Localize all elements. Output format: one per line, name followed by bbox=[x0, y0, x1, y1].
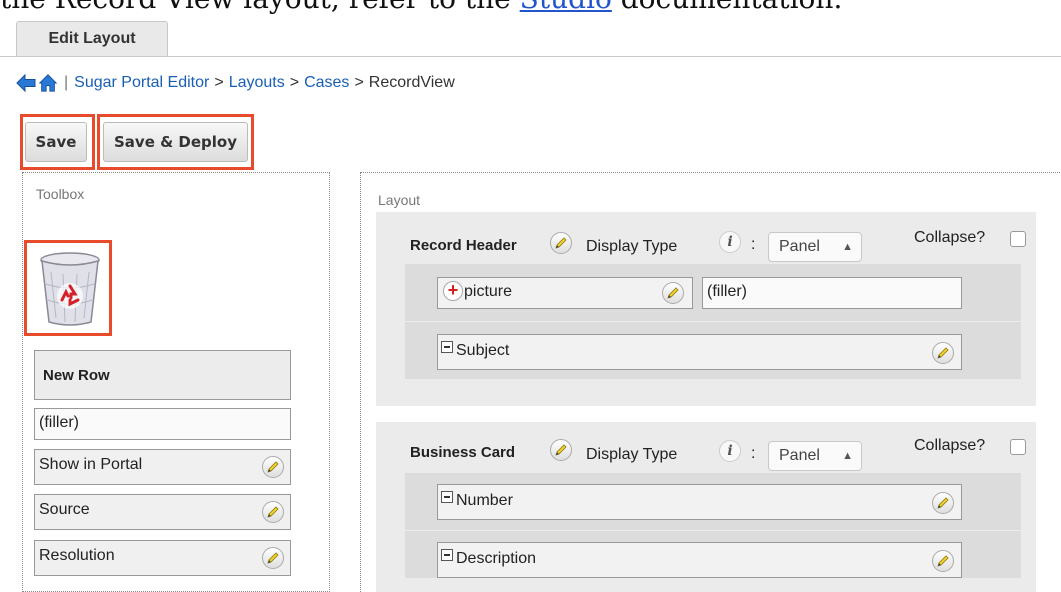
edit-pencil-icon[interactable] bbox=[932, 492, 954, 514]
breadcrumb-gt: > bbox=[354, 74, 364, 91]
toolbox-field-label: Show in Portal bbox=[39, 456, 143, 473]
edit-pencil-icon[interactable] bbox=[932, 342, 954, 364]
collapse-checkbox[interactable] bbox=[1010, 439, 1026, 455]
breadcrumb-current: RecordView bbox=[368, 74, 455, 91]
minus-icon[interactable] bbox=[441, 549, 453, 561]
field-description[interactable]: Description bbox=[437, 542, 962, 578]
tab-bar: Edit Layout bbox=[0, 21, 1061, 57]
panel-name: Business Card bbox=[410, 444, 516, 461]
collapse-label: Collapse? bbox=[914, 437, 986, 454]
display-type-select[interactable]: Panel ▲▼ bbox=[768, 441, 862, 490]
info-icon[interactable]: i bbox=[719, 231, 741, 253]
breadcrumb-separator: | bbox=[64, 74, 69, 91]
doc-text: the Record View layout, refer to the Stu… bbox=[0, 0, 1061, 17]
plus-icon[interactable]: + bbox=[443, 281, 463, 301]
home-icon[interactable] bbox=[38, 72, 58, 94]
panel-name: Record Header bbox=[410, 237, 517, 254]
field-label: Number bbox=[456, 492, 513, 509]
edit-pencil-icon[interactable] bbox=[932, 550, 954, 572]
info-icon[interactable]: i bbox=[719, 440, 741, 462]
breadcrumb-sugar-portal-editor[interactable]: Sugar Portal Editor bbox=[74, 74, 209, 92]
minus-icon[interactable] bbox=[441, 341, 453, 353]
tab-bar-divider bbox=[0, 56, 1061, 57]
back-arrow-icon[interactable] bbox=[16, 72, 36, 94]
field-label: picture bbox=[464, 283, 513, 300]
display-type-value: Panel bbox=[779, 447, 820, 464]
field-subject[interactable]: Subject bbox=[437, 334, 962, 370]
toolbox-filler[interactable]: (filler) bbox=[34, 408, 291, 440]
edit-pencil-icon[interactable] bbox=[550, 439, 572, 461]
doc-text-after: documentation. bbox=[612, 0, 843, 15]
doc-text-before: the Record View layout, refer to the bbox=[0, 0, 520, 15]
colon: : bbox=[751, 445, 756, 462]
field-picture[interactable]: + picture bbox=[437, 277, 693, 309]
breadcrumb-cases[interactable]: Cases bbox=[304, 74, 349, 92]
toolbox-title: Toolbox bbox=[36, 186, 85, 202]
breadcrumb-layouts[interactable]: Layouts bbox=[229, 74, 285, 92]
toolbox-field-resolution[interactable]: Resolution bbox=[34, 540, 291, 576]
toolbox-field-show-in-portal[interactable]: Show in Portal bbox=[34, 449, 291, 485]
tab-edit-layout[interactable]: Edit Layout bbox=[16, 21, 168, 56]
colon: : bbox=[751, 236, 756, 253]
breadcrumb: | Sugar Portal Editor > Layouts > Cases … bbox=[16, 70, 455, 96]
filler-label: (filler) bbox=[707, 283, 747, 300]
field-filler[interactable]: (filler) bbox=[702, 277, 962, 309]
display-type-select[interactable]: Panel ▲▼ bbox=[768, 232, 862, 281]
toolbox-field-label: Source bbox=[39, 501, 90, 518]
new-row-label: New Row bbox=[43, 367, 110, 384]
edit-pencil-icon[interactable] bbox=[262, 501, 284, 523]
toolbox-new-row[interactable]: New Row bbox=[34, 350, 291, 400]
field-label: Description bbox=[456, 550, 537, 567]
minus-icon[interactable] bbox=[441, 491, 453, 503]
edit-pencil-icon[interactable] bbox=[550, 232, 572, 254]
toolbox-field-label: Resolution bbox=[39, 547, 115, 564]
display-type-label: Display Type bbox=[586, 446, 678, 463]
recycle-bin-icon[interactable] bbox=[37, 250, 103, 328]
display-type-label: Display Type bbox=[586, 238, 678, 255]
studio-doc-link[interactable]: Studio bbox=[520, 0, 612, 15]
save-deploy-button[interactable]: Save & Deploy bbox=[103, 122, 248, 162]
collapse-checkbox[interactable] bbox=[1010, 231, 1026, 247]
breadcrumb-gt: > bbox=[214, 74, 224, 91]
layout-title: Layout bbox=[378, 192, 421, 208]
display-type-value: Panel bbox=[779, 238, 820, 255]
edit-pencil-icon[interactable] bbox=[662, 282, 684, 304]
toolbox-field-source[interactable]: Source bbox=[34, 494, 291, 530]
filler-label: (filler) bbox=[39, 414, 79, 431]
collapse-label: Collapse? bbox=[914, 229, 986, 246]
edit-pencil-icon[interactable] bbox=[262, 547, 284, 569]
breadcrumb-gt: > bbox=[289, 74, 300, 91]
field-label: Subject bbox=[456, 342, 510, 359]
save-button[interactable]: Save bbox=[25, 122, 87, 162]
edit-pencil-icon[interactable] bbox=[262, 456, 284, 478]
field-number[interactable]: Number bbox=[437, 484, 962, 520]
